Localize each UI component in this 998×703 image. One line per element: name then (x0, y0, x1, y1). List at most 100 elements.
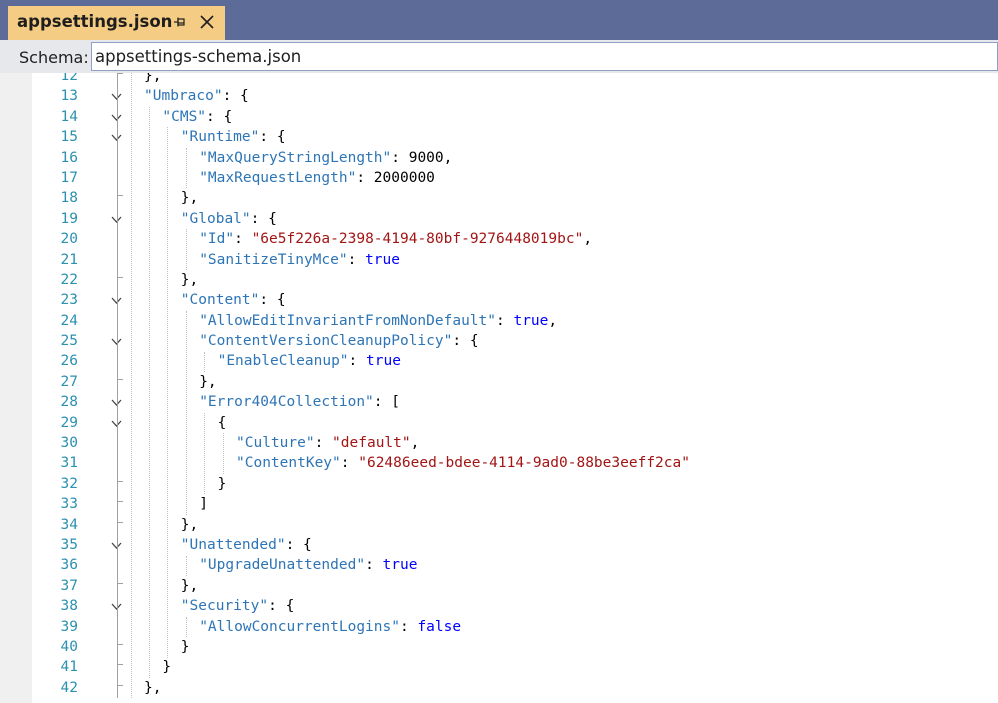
code-text: { (218, 413, 227, 433)
code-text: }, (181, 188, 198, 208)
json-punctuation: { (217, 414, 227, 431)
code-line[interactable]: 13 "Umbraco": { (0, 86, 998, 106)
json-punctuation: }, (199, 373, 217, 390)
document-tab-strip: appsettings.json (0, 0, 998, 40)
code-text: "Content": { (181, 290, 286, 310)
line-number: 12 (60, 73, 78, 84)
json-punctuation: : { (268, 598, 295, 615)
line-number: 41 (60, 659, 78, 676)
code-text: "AllowConcurrentLogins": false (199, 617, 461, 637)
indent-guide (185, 229, 187, 270)
code-text: } (181, 637, 190, 657)
json-punctuation: } (180, 638, 190, 655)
line-number: 26 (60, 353, 78, 370)
pin-icon[interactable] (173, 15, 187, 29)
line-number: 39 (60, 618, 78, 635)
code-line[interactable]: 12}, (0, 73, 998, 86)
json-boolean: true (382, 557, 418, 574)
json-boolean: false (417, 618, 462, 635)
line-number: 22 (60, 271, 78, 288)
json-string: "default" (332, 435, 411, 452)
line-number: 24 (60, 312, 78, 329)
json-punctuation: }, (144, 73, 162, 84)
json-key: "CMS" (162, 108, 207, 125)
code-text: "EnableCleanup": true (218, 351, 401, 371)
json-number: 9000 (408, 149, 444, 166)
line-number: 30 (60, 435, 78, 452)
indent-guide (167, 127, 169, 658)
line-number: 29 (60, 414, 78, 431)
line-number: 33 (60, 496, 78, 513)
indent-guide (204, 351, 206, 372)
json-key: "EnableCleanup" (217, 353, 349, 370)
json-key: "ContentVersionCleanupPolicy" (199, 333, 453, 350)
code-text: ] (199, 494, 208, 514)
json-punctuation: }, (144, 679, 162, 696)
indent-guide (185, 555, 187, 576)
json-punctuation: } (217, 475, 227, 492)
schema-input[interactable] (91, 42, 998, 71)
json-key: "Culture" (236, 435, 315, 452)
line-number: 35 (60, 536, 78, 553)
code-text: "Unattended": { (181, 535, 312, 555)
code-text: "ContentKey": "62486eed-bdee-4114-9ad0-8… (236, 453, 690, 473)
json-punctuation: }, (180, 271, 199, 288)
indent-guide (131, 73, 132, 699)
json-punctuation: , (410, 435, 420, 452)
json-punctuation: : (496, 312, 514, 329)
indent-guide (185, 147, 187, 189)
json-key: "UpgradeUnattended" (199, 557, 366, 574)
json-punctuation: , (548, 312, 558, 329)
json-punctuation: : (391, 149, 409, 166)
line-number: 15 (60, 129, 78, 146)
close-icon[interactable] (198, 13, 216, 31)
code-text: }, (181, 270, 198, 290)
line-number: 32 (60, 475, 78, 492)
indent-guide (204, 412, 206, 495)
code-text: "Runtime": { (181, 127, 286, 147)
code-line[interactable]: 42}, (0, 678, 998, 698)
json-boolean: true (513, 312, 549, 329)
code-text: "Global": { (181, 209, 277, 229)
json-punctuation: }, (180, 190, 199, 207)
json-key: "Runtime" (180, 129, 260, 146)
json-key: "Security" (180, 598, 269, 615)
json-key: "ContentKey" (236, 455, 341, 472)
json-punctuation: : { (452, 333, 479, 350)
line-number: 28 (60, 394, 78, 411)
json-punctuation: : { (206, 108, 233, 125)
json-key: "AllowEditInvariantFromNonDefault" (199, 312, 496, 329)
json-punctuation: : { (285, 536, 312, 553)
json-number: 2000000 (373, 169, 435, 186)
line-number: 16 (60, 149, 78, 166)
json-key: "MaxRequestLength" (199, 169, 357, 186)
code-text: } (162, 657, 171, 677)
code-text: "AllowEditInvariantFromNonDefault": true… (199, 311, 557, 331)
line-number: 23 (60, 292, 78, 309)
indent-guide (222, 433, 224, 474)
json-punctuation: : (356, 169, 374, 186)
indent-guide (149, 106, 150, 678)
json-punctuation: , (583, 231, 593, 248)
line-number: 31 (60, 455, 78, 472)
json-punctuation: : (234, 231, 252, 248)
line-number: 17 (60, 169, 78, 186)
json-key: "Content" (180, 292, 260, 309)
json-string: "6e5f226a-2398-4194-80bf-9276448019bc" (251, 231, 584, 248)
code-text: "UpgradeUnattended": true (199, 555, 417, 575)
json-punctuation: : (399, 618, 418, 635)
line-number: 40 (60, 638, 78, 655)
json-punctuation: : (340, 455, 359, 472)
json-string: "62486eed-bdee-4114-9ad0-88be3eeff2ca" (358, 455, 690, 472)
code-editor[interactable]: 12}, 13 "Umbraco": {14 "CMS": {15 "Runtime":… (0, 73, 998, 703)
json-punctuation: : (314, 435, 333, 452)
line-number: 37 (60, 577, 78, 594)
schema-label: Schema: (19, 48, 89, 67)
line-number: 25 (60, 333, 78, 350)
json-boolean: true (366, 353, 401, 370)
tab-title: appsettings.json (17, 12, 173, 31)
document-tab[interactable]: appsettings.json (8, 6, 225, 40)
json-punctuation: }, (180, 516, 199, 533)
code-text: }, (144, 678, 161, 698)
json-key: "Unattended" (180, 536, 286, 553)
